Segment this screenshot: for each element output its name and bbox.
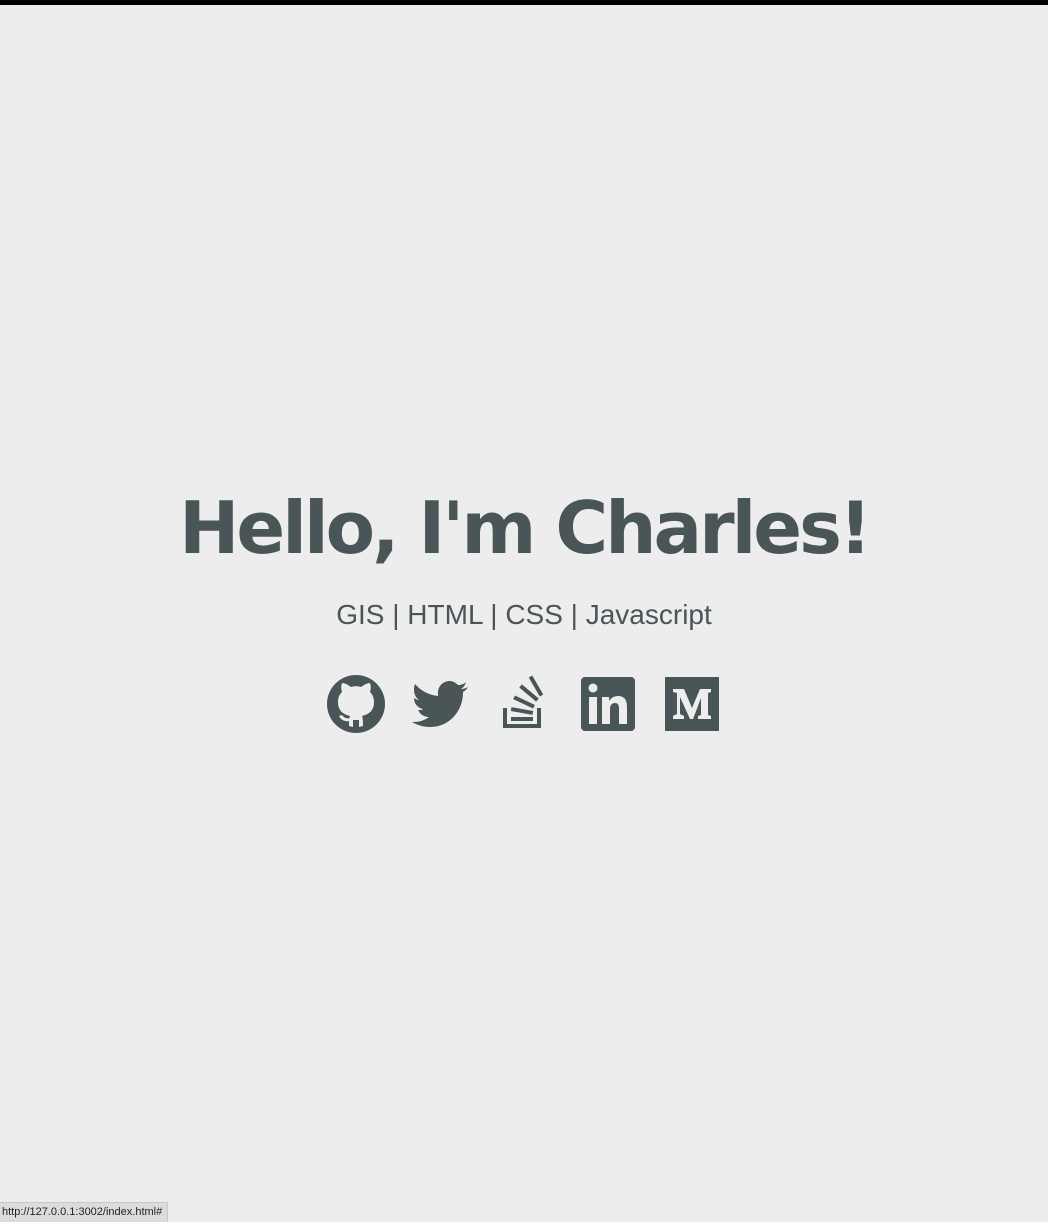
hero-section: Hello, I'm Charles! GIS | HTML | CSS | J… (0, 480, 1048, 734)
page-title: Hello, I'm Charles! (179, 486, 872, 570)
browser-status-url: http://127.0.0.1:3002/index.html# (0, 1202, 169, 1222)
stackoverflow-icon (503, 675, 544, 728)
skills-subtitle: GIS | HTML | CSS | Javascript (336, 599, 712, 630)
stackoverflow-link[interactable] (494, 674, 554, 734)
twitter-link[interactable] (410, 674, 470, 734)
github-icon (327, 675, 385, 733)
github-link[interactable] (326, 674, 386, 734)
medium-link[interactable] (662, 674, 722, 734)
medium-icon (665, 677, 719, 731)
social-links (0, 674, 1048, 734)
linkedin-icon (581, 677, 635, 731)
top-bar (0, 0, 1048, 5)
twitter-icon (412, 681, 468, 727)
linkedin-link[interactable] (578, 674, 638, 734)
